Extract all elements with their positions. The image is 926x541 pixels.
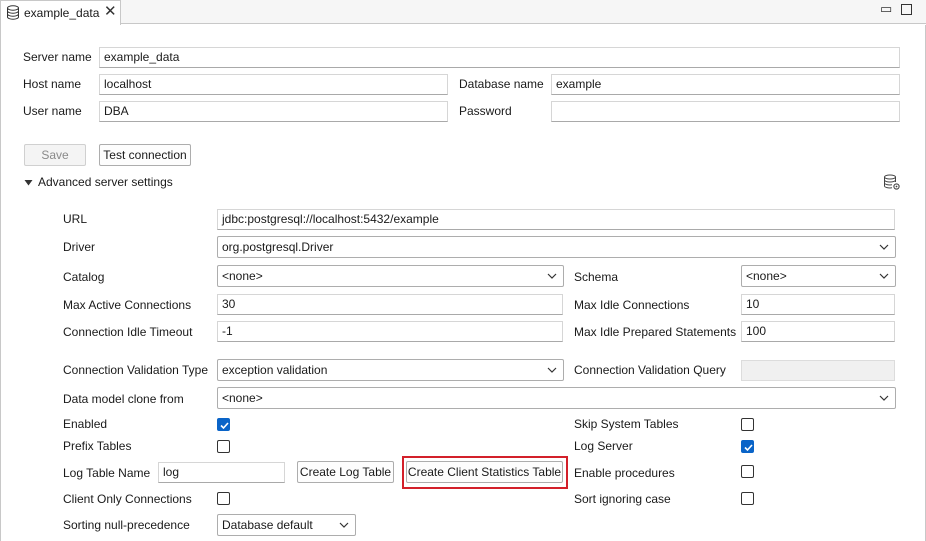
prefix-tables-checkbox[interactable] bbox=[217, 440, 230, 453]
database-icon bbox=[7, 5, 19, 20]
user-name-label: User name bbox=[23, 104, 82, 118]
tab-label: example_data bbox=[24, 6, 100, 20]
clone-from-label: Data model clone from bbox=[63, 392, 184, 406]
host-name-label: Host name bbox=[23, 77, 82, 91]
enabled-label: Enabled bbox=[63, 417, 108, 431]
schema-select[interactable]: <none> bbox=[741, 265, 896, 287]
catalog-label: Catalog bbox=[63, 270, 105, 284]
idle-timeout-label: Connection Idle Timeout bbox=[63, 325, 193, 339]
log-table-name-label: Log Table Name bbox=[63, 466, 151, 480]
max-idle-label: Max Idle Connections bbox=[574, 298, 690, 312]
test-connection-button[interactable]: Test connection bbox=[99, 144, 191, 166]
url-input[interactable]: jdbc:postgresql://localhost:5432/example bbox=[217, 209, 895, 230]
advanced-settings-toggle[interactable]: Advanced server settings bbox=[24, 175, 184, 191]
database-name-input[interactable]: example bbox=[551, 74, 900, 95]
minimize-icon[interactable]: ▭ bbox=[880, 1, 892, 17]
chevron-down-icon bbox=[879, 395, 889, 401]
chevron-down-icon bbox=[879, 244, 889, 250]
driver-value: org.postgresql.Driver bbox=[222, 240, 334, 254]
validation-type-value: exception validation bbox=[222, 363, 328, 377]
driver-label: Driver bbox=[63, 240, 95, 254]
idle-timeout-input[interactable]: -1 bbox=[217, 321, 563, 342]
enable-procedures-label: Enable procedures bbox=[574, 466, 675, 480]
password-label: Password bbox=[459, 104, 512, 118]
max-idle-input[interactable]: 10 bbox=[741, 294, 895, 315]
server-name-label: Server name bbox=[23, 50, 92, 64]
client-only-connections-label: Client Only Connections bbox=[63, 492, 192, 506]
database-name-label: Database name bbox=[459, 77, 544, 91]
checkmark-icon bbox=[220, 422, 229, 430]
skip-system-tables-checkbox[interactable] bbox=[741, 418, 754, 431]
sort-ignoring-case-checkbox[interactable] bbox=[741, 492, 754, 505]
catalog-value: <none> bbox=[222, 269, 263, 283]
database-settings-icon[interactable] bbox=[883, 174, 901, 191]
validation-type-label: Connection Validation Type bbox=[63, 363, 208, 377]
null-precedence-select[interactable]: Database default bbox=[217, 514, 356, 536]
close-icon[interactable]: ✕ bbox=[104, 3, 117, 21]
create-log-table-button[interactable]: Create Log Table bbox=[297, 461, 394, 483]
sort-ignoring-case-label: Sort ignoring case bbox=[574, 492, 671, 506]
chevron-down-icon bbox=[547, 273, 557, 279]
chevron-down-icon bbox=[339, 522, 349, 528]
save-button[interactable]: Save bbox=[24, 144, 86, 166]
url-label: URL bbox=[63, 212, 88, 226]
password-input[interactable] bbox=[551, 101, 900, 122]
skip-system-tables-label: Skip System Tables bbox=[574, 417, 679, 431]
catalog-select[interactable]: <none> bbox=[217, 265, 564, 287]
tab-example-data[interactable]: example_data ✕ bbox=[0, 0, 121, 25]
validation-query-label: Connection Validation Query bbox=[574, 363, 726, 377]
enable-procedures-checkbox[interactable] bbox=[741, 465, 754, 478]
enabled-checkbox[interactable] bbox=[217, 418, 230, 431]
max-idle-prepared-input[interactable]: 100 bbox=[741, 321, 895, 342]
max-active-label: Max Active Connections bbox=[63, 298, 192, 312]
schema-label: Schema bbox=[574, 270, 619, 284]
advanced-settings-label: Advanced server settings bbox=[38, 175, 173, 189]
validation-query-input[interactable] bbox=[741, 360, 895, 381]
log-server-label: Log Server bbox=[574, 439, 633, 453]
server-name-input[interactable]: example_data bbox=[99, 47, 900, 68]
chevron-down-icon bbox=[547, 367, 557, 373]
user-name-input[interactable]: DBA bbox=[99, 101, 448, 122]
driver-select[interactable]: org.postgresql.Driver bbox=[217, 236, 896, 258]
chevron-down-icon bbox=[879, 273, 889, 279]
create-client-statistics-table-button[interactable]: Create Client Statistics Table bbox=[406, 461, 563, 483]
validation-type-select[interactable]: exception validation bbox=[217, 359, 564, 381]
client-only-connections-checkbox[interactable] bbox=[217, 492, 230, 505]
caret-down-icon bbox=[24, 180, 33, 186]
clone-from-select[interactable]: <none> bbox=[217, 387, 896, 409]
max-active-input[interactable]: 30 bbox=[217, 294, 563, 315]
host-name-input[interactable]: localhost bbox=[99, 74, 448, 95]
checkmark-icon bbox=[744, 444, 753, 452]
clone-from-value: <none> bbox=[222, 391, 263, 405]
schema-value: <none> bbox=[746, 269, 787, 283]
maximize-icon[interactable] bbox=[901, 4, 912, 15]
log-server-checkbox[interactable] bbox=[741, 440, 754, 453]
prefix-tables-label: Prefix Tables bbox=[63, 439, 132, 453]
max-idle-prepared-label: Max Idle Prepared Statements bbox=[574, 325, 737, 339]
editor-tab-bar bbox=[0, 0, 926, 24]
log-table-name-input[interactable]: log bbox=[158, 462, 285, 483]
null-precedence-value: Database default bbox=[222, 518, 313, 532]
null-precedence-label: Sorting null-precedence bbox=[63, 518, 190, 532]
